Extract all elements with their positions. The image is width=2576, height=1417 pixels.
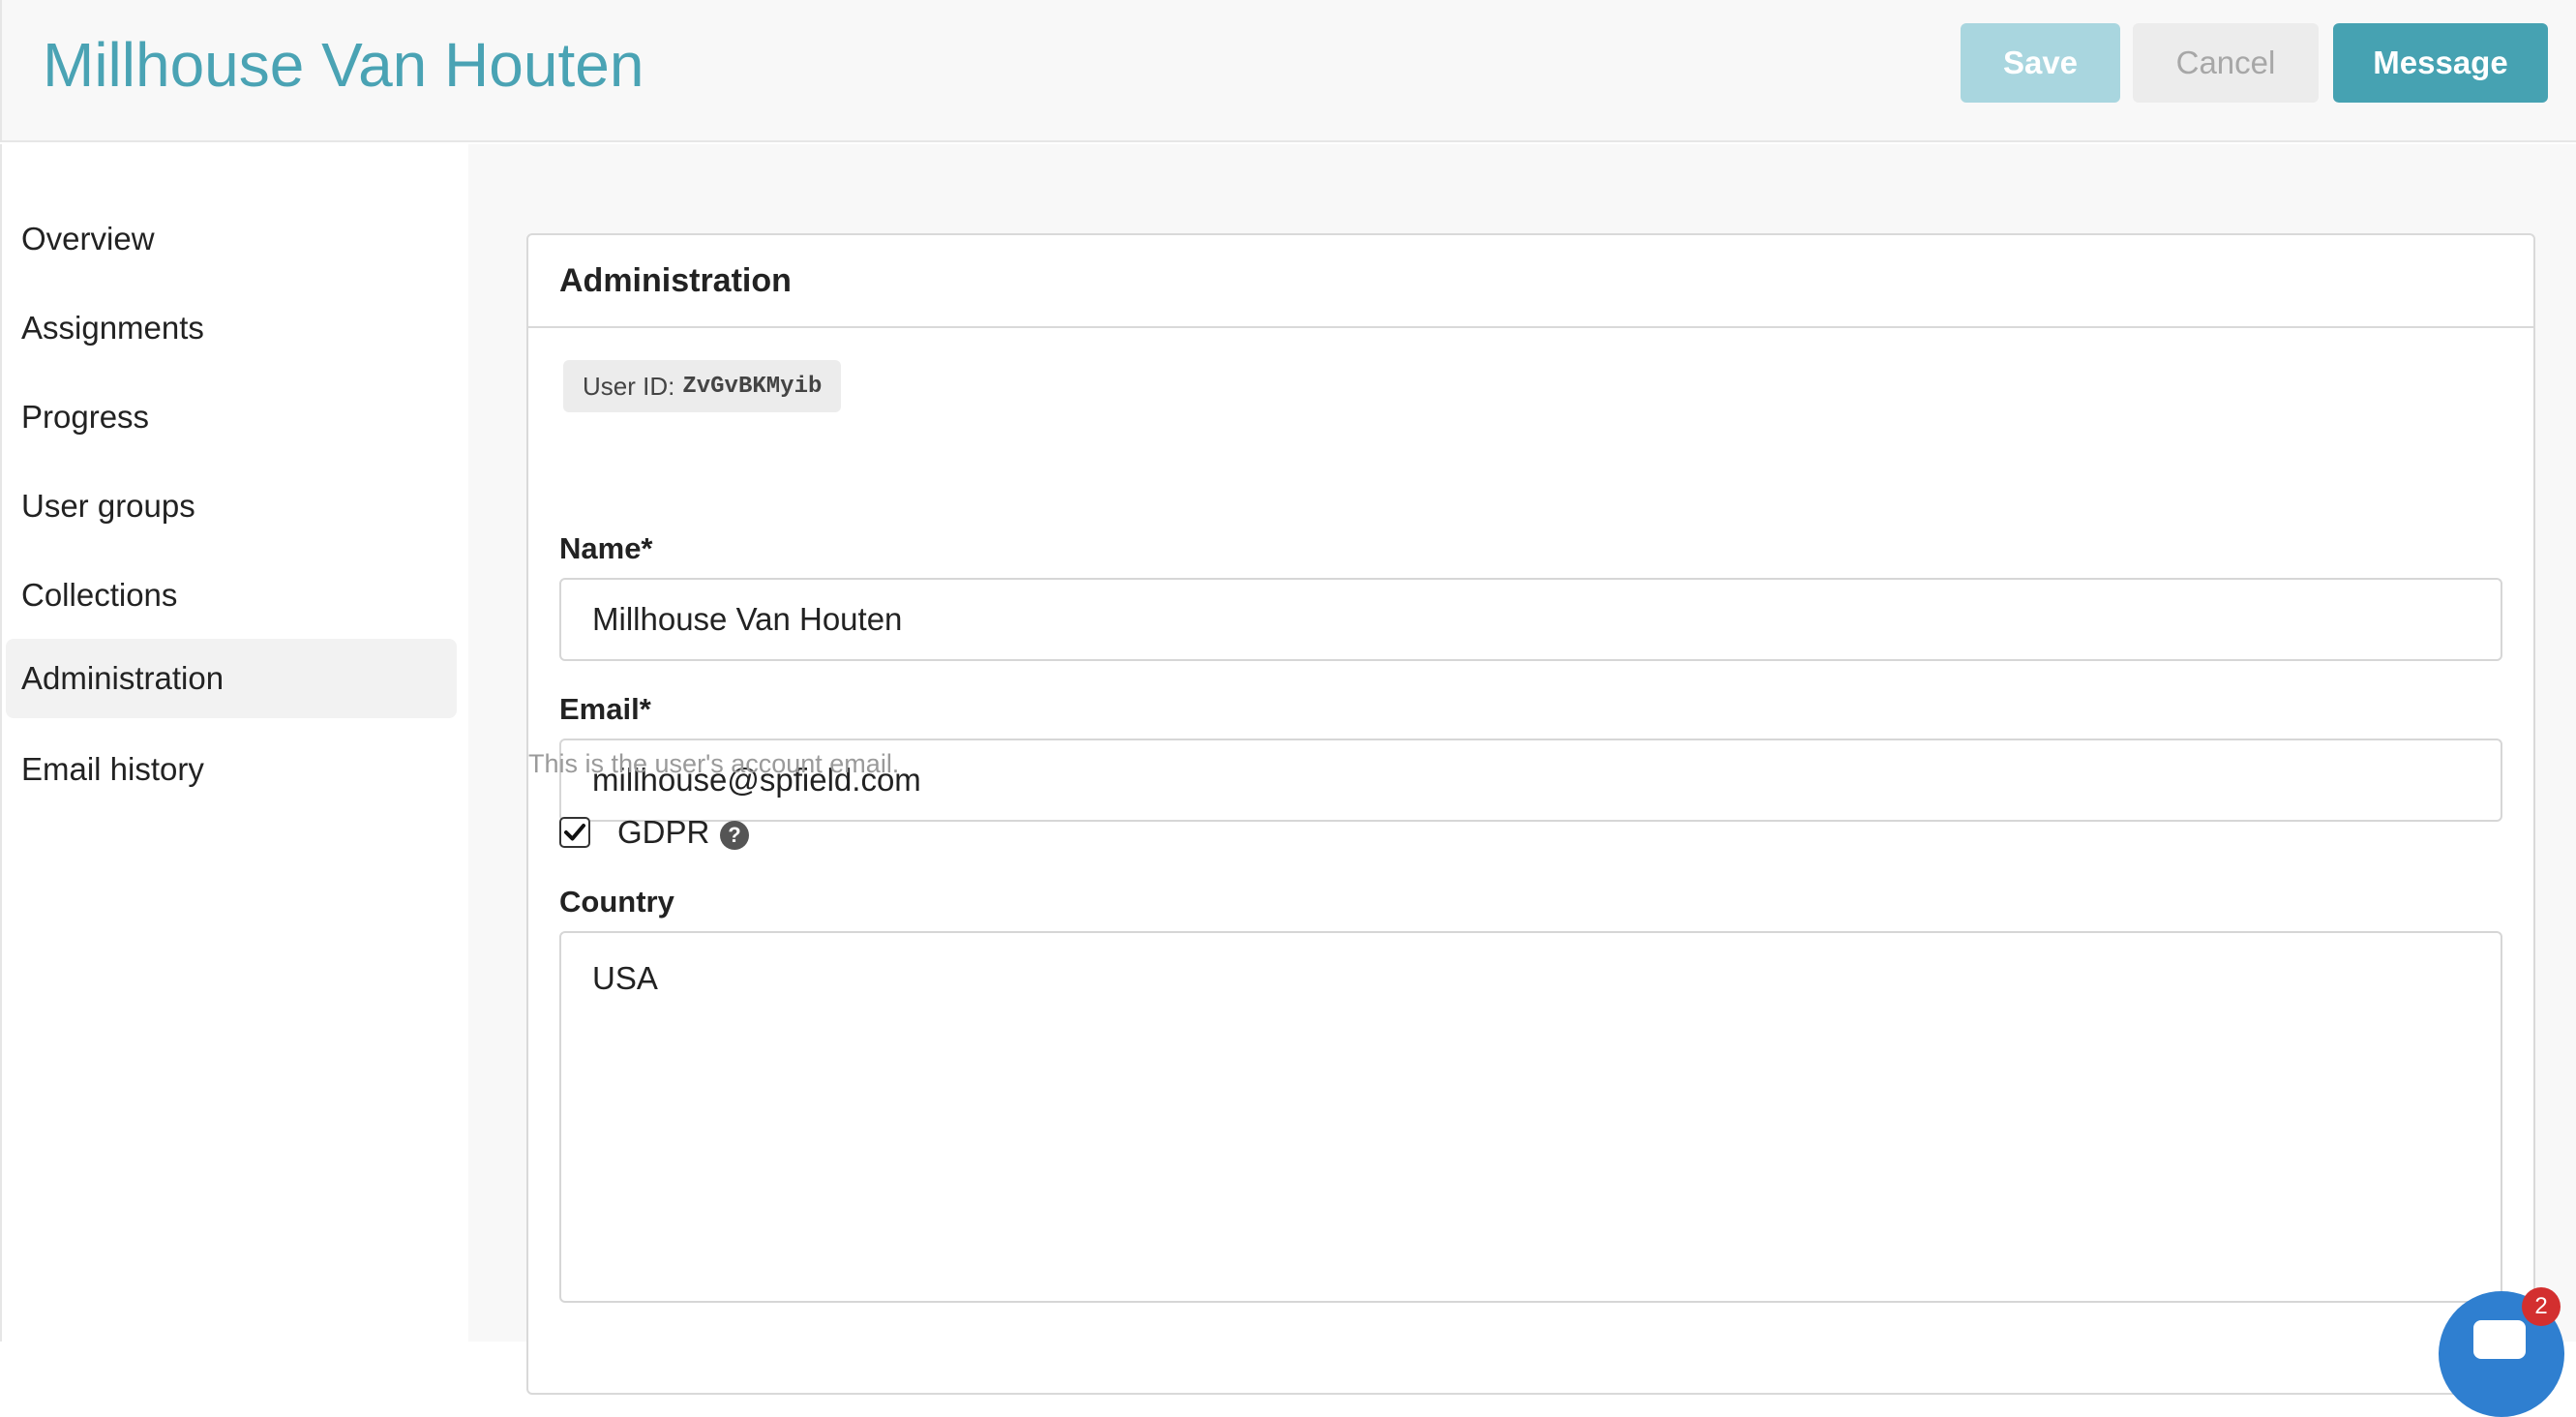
user-id-label: User ID: xyxy=(583,371,675,401)
sidebar-item-assignments[interactable]: Assignments xyxy=(6,288,457,368)
user-id-badge: User ID: ZvGvBKMyib xyxy=(563,360,842,412)
name-field-value: Millhouse Van Houten xyxy=(592,601,903,637)
sidebar-item-progress[interactable]: Progress xyxy=(6,377,457,457)
card-title: Administration xyxy=(528,235,2533,328)
gdpr-label: GDPR xyxy=(617,814,710,850)
question-circle-icon[interactable]: ? xyxy=(719,820,750,851)
country-label: Country xyxy=(559,885,674,919)
gdpr-checkbox[interactable] xyxy=(559,817,590,848)
sidebar-item-overview[interactable]: Overview xyxy=(6,199,457,279)
page-title: Millhouse Van Houten xyxy=(43,30,644,100)
user-id-value: ZvGvBKMyib xyxy=(682,373,823,400)
sidebar-item-collections[interactable]: Collections xyxy=(6,556,457,635)
checkmark-icon xyxy=(564,824,585,841)
email-label: Email* xyxy=(559,692,651,726)
cancel-button[interactable]: Cancel xyxy=(2133,23,2319,103)
chat-icon xyxy=(2473,1320,2526,1359)
name-label: Name* xyxy=(559,531,653,565)
page-header: Millhouse Van Houten Save Cancel Message xyxy=(0,0,2576,142)
gdpr-row: GDPR ? xyxy=(559,808,750,857)
message-button[interactable]: Message xyxy=(2333,23,2548,103)
name-field[interactable]: Millhouse Van Houten xyxy=(559,578,2502,661)
save-button[interactable]: Save xyxy=(1961,23,2120,103)
sidebar-item-administration[interactable]: Administration xyxy=(6,639,457,718)
country-textarea-value: USA xyxy=(592,960,658,996)
sidebar: Overview Assignments Progress User group… xyxy=(0,144,468,1342)
chat-notification-badge: 2 xyxy=(2522,1287,2561,1326)
sidebar-item-user-groups[interactable]: User groups xyxy=(6,467,457,546)
country-textarea[interactable]: USA xyxy=(559,931,2502,1303)
svg-text:?: ? xyxy=(729,823,741,847)
sidebar-item-email-history[interactable]: Email history xyxy=(6,730,457,809)
email-help-text: This is the user's account email. xyxy=(528,749,900,778)
